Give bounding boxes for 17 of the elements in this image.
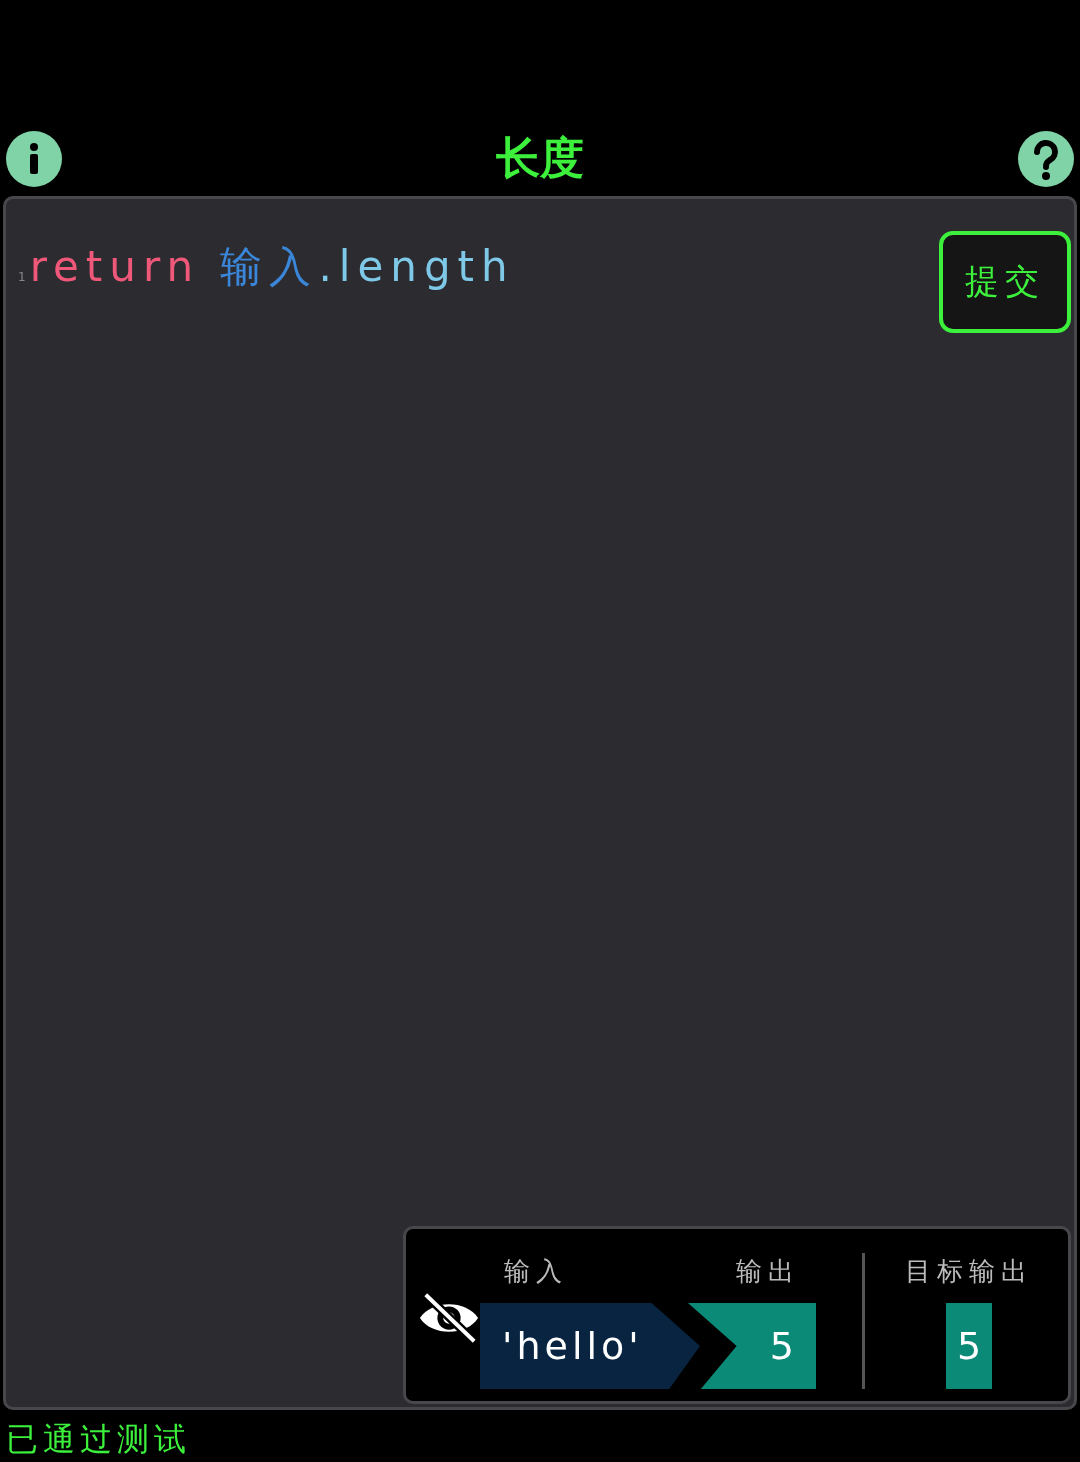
- column-label: 目标输出: [905, 1255, 1033, 1288]
- help-icon[interactable]: [1018, 130, 1074, 187]
- column-label: 输入: [504, 1255, 568, 1288]
- line-number: 1: [18, 269, 26, 284]
- submit-button[interactable]: 提交: [939, 230, 1071, 333]
- column-label: 输出: [736, 1255, 800, 1288]
- code-token: 输入: [220, 240, 319, 293]
- eye-slash-icon[interactable]: [418, 1291, 480, 1345]
- status-text: 已通过测试: [5, 1419, 192, 1460]
- code-editor[interactable]: 1 return 输入.length 提交 输入 输出 'hello' 5 目标输出 5: [3, 195, 1077, 1410]
- code-token: return: [29, 241, 202, 291]
- code-token: .length: [318, 241, 515, 291]
- target-value: 5: [946, 1303, 992, 1389]
- output-value: 5: [688, 1303, 816, 1389]
- page-title: 长度: [496, 131, 584, 186]
- info-icon[interactable]: [6, 130, 62, 187]
- input-value: 'hello': [480, 1303, 700, 1389]
